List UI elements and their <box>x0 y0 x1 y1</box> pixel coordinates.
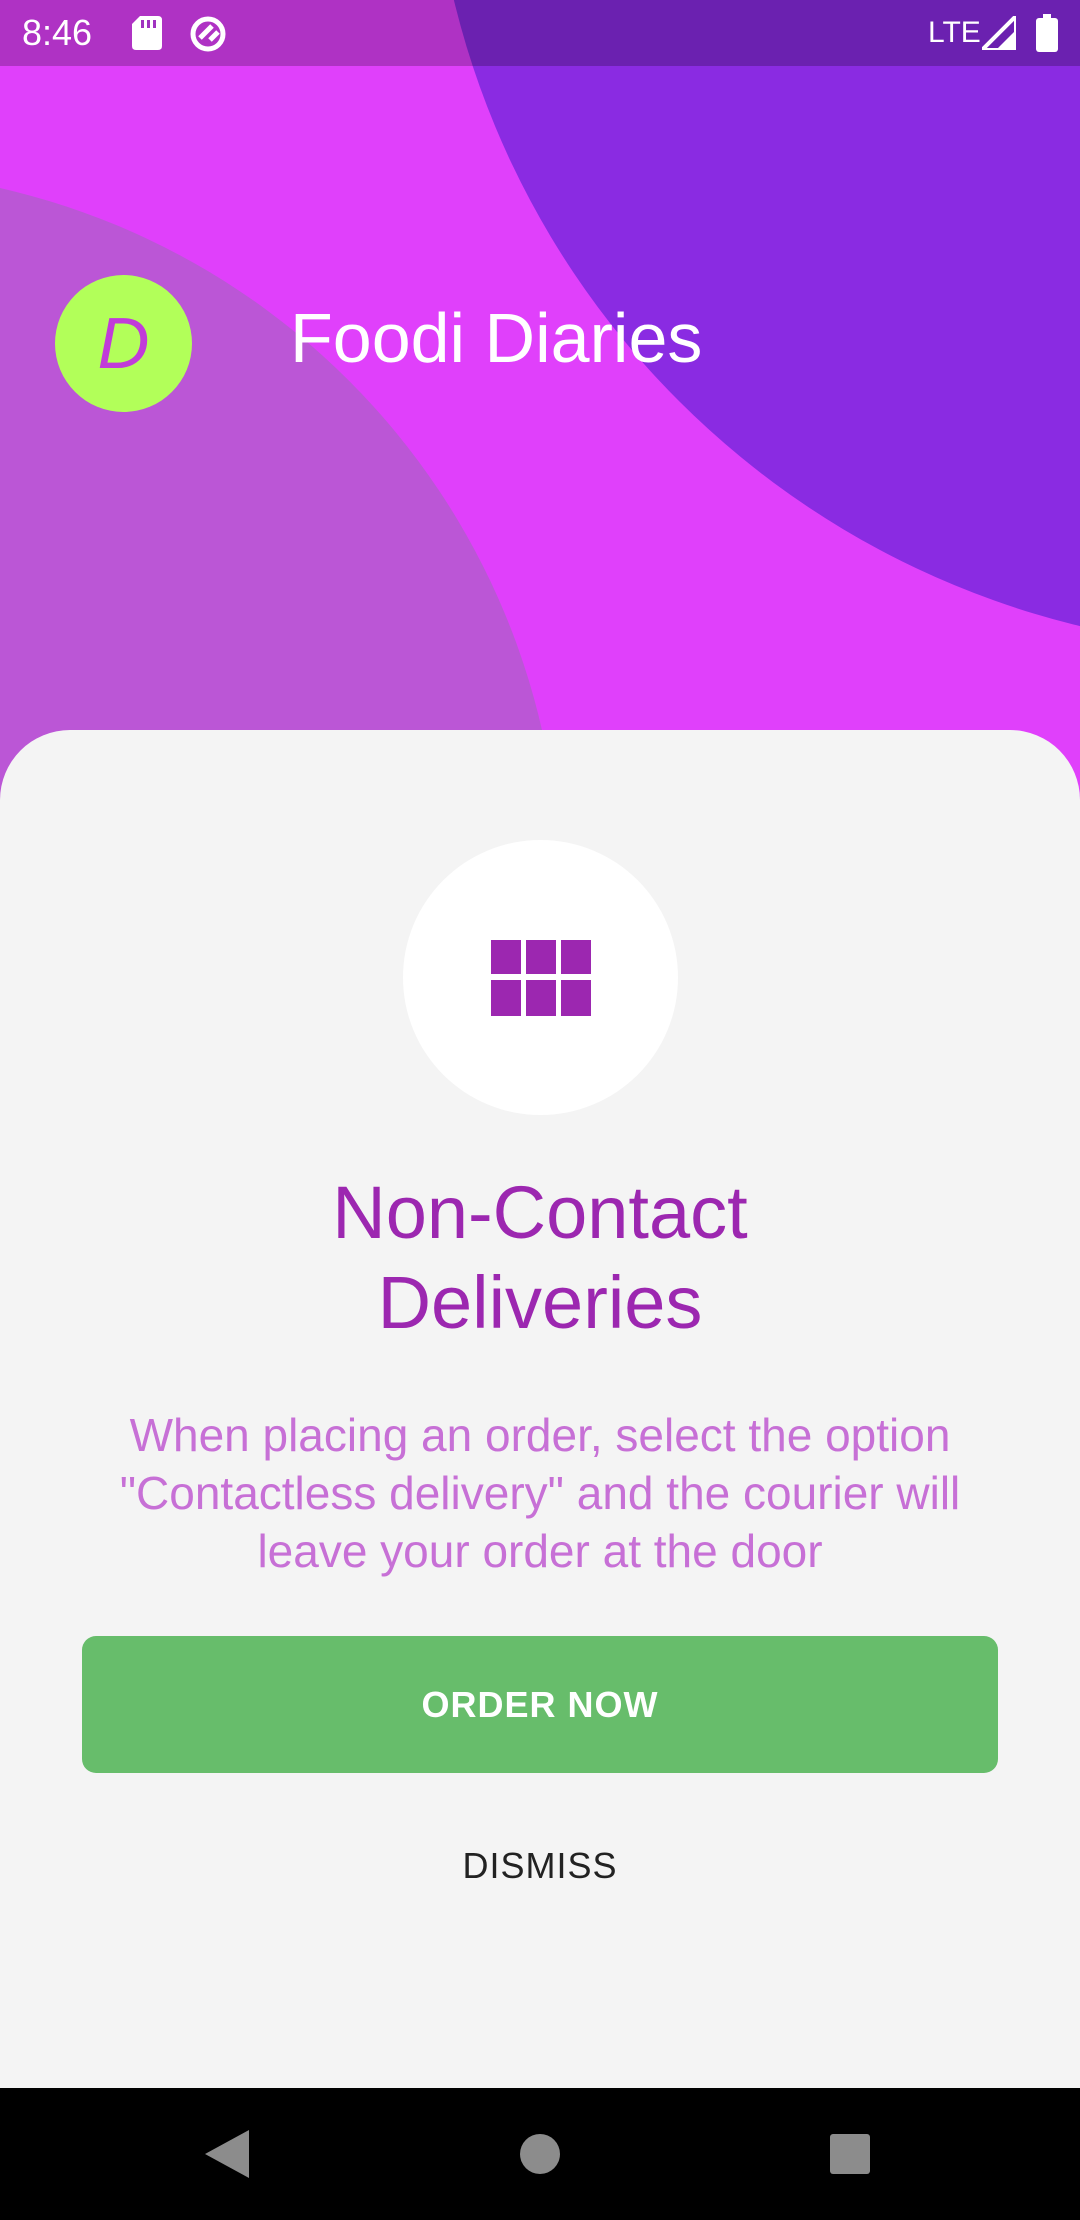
signal-icon <box>977 11 1018 55</box>
recents-icon[interactable] <box>830 2134 870 2179</box>
network-type-label: LTE <box>928 16 981 49</box>
back-icon[interactable] <box>205 2130 249 2183</box>
battery-icon <box>1036 14 1058 57</box>
promo-description-line3: leave your order at the door <box>257 1525 823 1577</box>
avatar[interactable]: D <box>55 275 192 412</box>
navigation-bar <box>0 2088 1080 2220</box>
promo-description: When placing an order, select the option… <box>60 1406 1020 1580</box>
order-now-button[interactable]: ORDER NOW <box>82 1636 998 1773</box>
promo-description-line1: When placing an order, select the option <box>129 1409 951 1461</box>
promo-icon-container <box>403 840 678 1115</box>
home-icon[interactable] <box>520 2134 560 2179</box>
promo-headline-line2: Deliveries <box>377 1261 703 1344</box>
sync-icon <box>188 14 228 59</box>
dismiss-button[interactable]: DISMISS <box>390 1834 690 1898</box>
status-bar: 8:46 LTE <box>0 0 1080 66</box>
status-time: 8:46 <box>22 12 93 53</box>
sd-card-icon <box>132 16 162 55</box>
app-title: Foodi Diaries <box>290 299 703 377</box>
promo-headline: Non-Contact Deliveries <box>140 1168 940 1348</box>
promo-description-line2: "Contactless delivery" and the courier w… <box>119 1467 961 1519</box>
grid-icon <box>490 939 591 1016</box>
avatar-letter: D <box>97 303 150 384</box>
promo-headline-line1: Non-Contact <box>332 1171 748 1254</box>
